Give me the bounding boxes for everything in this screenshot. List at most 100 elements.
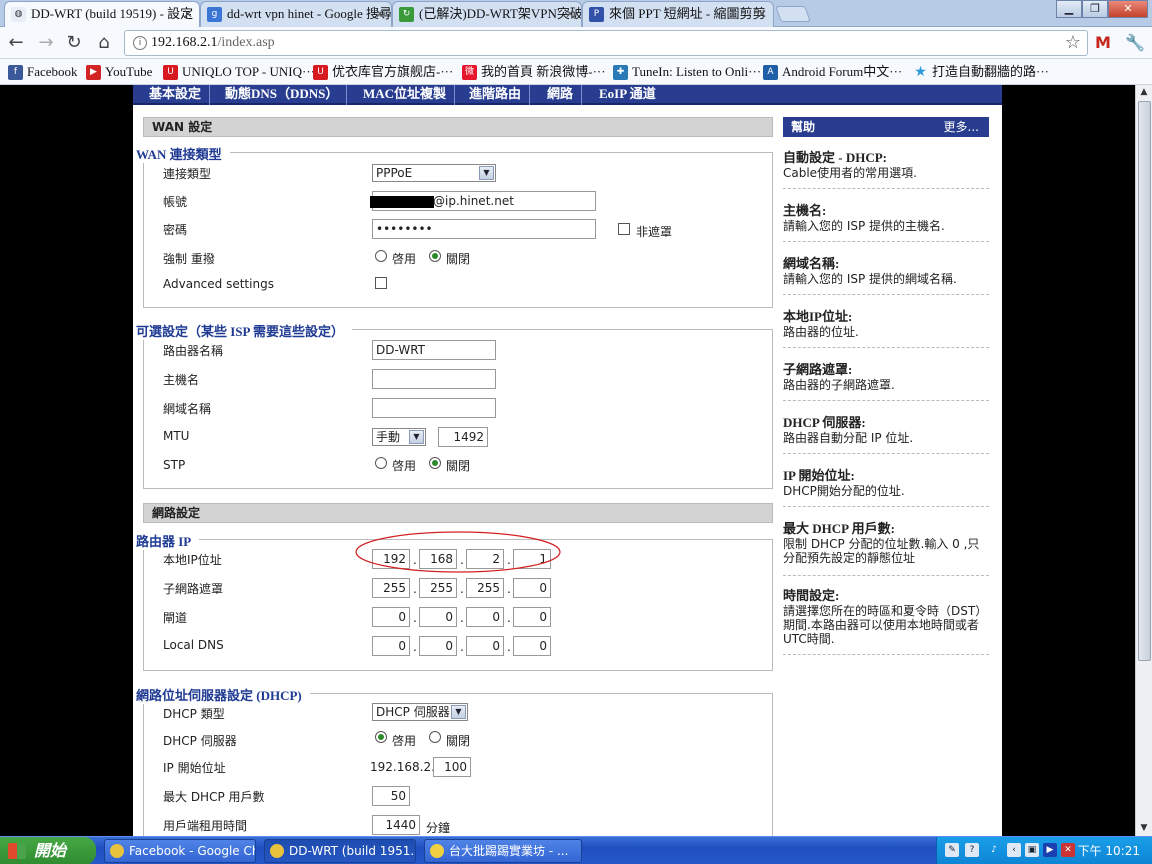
chevron-down-icon: ▼ [479,166,494,180]
help-item: 時間設定: 請選擇您所在的時區和夏令時（DST）期間.本路由器可以使用本地時間或者… [783,585,989,655]
menu-mac-clone[interactable]: MAC位址複製 [355,85,456,105]
subnet-octet-3[interactable]: 255 [466,578,504,598]
help-item: 主機名: 請輸入您的 ISP 提供的主機名. [783,200,989,242]
gateway-octet-2[interactable]: 0 [419,607,457,627]
new-tab-button[interactable] [775,6,811,22]
setup-submenu: 基本設定 動態DNS（DDNS） MAC位址複製 進階路由 網路 EoIP 通道 [133,85,1002,105]
browser-toolbar: ← → ↻ ⌂ i 192.168.2.1/index.asp ☆ M 🔧 [0,27,1152,59]
mtu-mode-select[interactable]: 手動 ▼ [372,428,426,446]
subnet-octet-4[interactable]: 0 [513,578,551,598]
weibo-icon: 微 [462,65,477,80]
reconnect-enable-radio[interactable] [375,250,387,262]
bookmark-android-forum[interactable]: A Android Forum中文··· [763,62,902,82]
address-bar[interactable]: i 192.168.2.1/index.asp ☆ [124,30,1088,56]
conn-type-select[interactable]: PPPoE ▼ [372,164,496,182]
menu-eoip[interactable]: EoIP 通道 [591,85,664,105]
dns-octet-3[interactable]: 0 [466,636,504,656]
dhcp-enable-radio[interactable] [375,731,387,743]
lease-input[interactable]: 1440 [372,815,420,835]
close-window-button[interactable]: ✕ [1108,0,1148,18]
bookmark-tunein[interactable]: ✚ TuneIn: Listen to Onli··· [613,62,761,82]
wrench-icon[interactable]: 🔧 [1124,32,1146,54]
bookmark-youtube[interactable]: ▶ YouTube [86,62,152,82]
dns-octet-2[interactable]: 0 [419,636,457,656]
tab-ddwrt[interactable]: ◍ DD-WRT (build 19519) - 設定 ✕ [4,1,200,28]
vertical-scrollbar[interactable]: ▲ ▼ [1135,85,1152,836]
scroll-up-icon[interactable]: ▲ [1136,85,1152,100]
bookmarks-bar: f Facebook ▶ YouTube U UNIQLO TOP - UNIQ···… [0,59,1152,85]
gmail-icon[interactable]: M [1092,32,1114,54]
task-ptt[interactable]: 台大批踢踢實業坊 - ... [424,839,582,863]
volume-icon[interactable]: ♪ [987,843,1001,857]
back-icon[interactable]: ← [4,31,28,55]
advanced-settings-checkbox[interactable] [375,277,387,289]
gateway-octet-3[interactable]: 0 [466,607,504,627]
menu-ddns[interactable]: 動態DNS（DDNS） [217,85,348,105]
home-icon[interactable]: ⌂ [92,31,116,55]
radio-label: 啓用 [392,734,417,748]
dns-octet-4[interactable]: 0 [513,636,551,656]
menu-networking[interactable]: 網路 [539,85,583,105]
menu-basic-setup[interactable]: 基本設定 [141,85,211,105]
help-item: 子網路遮罩: 路由器的子網路遮罩. [783,359,989,401]
help-icon[interactable]: ? [965,843,979,857]
tab-ppt-shorturl[interactable]: P 來個 PPT 短網址 - 縮圖剪剪 ✕ [582,1,774,27]
unmask-checkbox[interactable] [618,223,630,235]
network-icon[interactable]: ▣ [1025,843,1039,857]
page-info-icon[interactable]: i [133,36,147,50]
media-player-icon[interactable]: ▶ [1043,843,1057,857]
ddwrt-favicon: ◍ [11,7,26,22]
forward-icon[interactable]: → [34,31,58,55]
scroll-thumb[interactable] [1138,101,1151,661]
ppt-favicon: P [589,7,604,22]
bookmark-uniqlo[interactable]: U UNIQLO TOP - UNIQ··· [163,62,315,82]
stp-label: STP [163,458,186,472]
close-media-icon[interactable]: ✕ [1061,843,1075,857]
subnet-octet-2[interactable]: 255 [419,578,457,598]
tab-google-search[interactable]: g dd-wrt vpn hinet - Google 搜尋 ✕ [200,1,392,27]
scroll-down-icon[interactable]: ▼ [1136,821,1152,836]
close-tab-icon[interactable]: ✕ [375,2,385,26]
gateway-octet-1[interactable]: 0 [372,607,410,627]
dhcp-type-select[interactable]: DHCP 伺服器 ▼ [372,703,468,721]
hostname-input[interactable] [372,369,496,389]
star-icon: ★ [914,64,927,80]
start-ip-input[interactable]: 100 [433,757,471,777]
stp-enable-radio[interactable] [375,457,387,469]
menu-advanced-routing[interactable]: 進階路由 [461,85,531,105]
bookmark-star-icon[interactable]: ☆ [1065,32,1081,53]
close-tab-icon[interactable]: ✕ [757,2,767,26]
close-tab-icon[interactable]: ✕ [183,2,193,26]
gateway-octet-4[interactable]: 0 [513,607,551,627]
mtu-input[interactable]: 1492 [438,427,488,447]
bookmark-weibo[interactable]: 微我的首頁 新浪微博-··· [462,62,606,82]
help-more-link[interactable]: 更多... [944,117,979,137]
task-ddwrt-chrome[interactable]: DD-WRT (build 1951... [264,839,416,863]
router-name-input[interactable]: DD-WRT [372,340,496,360]
tray-app-icon[interactable]: ✎ [945,843,959,857]
dhcp-disable-radio[interactable] [429,731,441,743]
web-page: 基本設定 動態DNS（DDNS） MAC位址複製 進階路由 網路 EoIP 通道… [0,85,1135,836]
dot-separator: . [413,640,417,654]
reload-icon[interactable]: ↻ [62,31,86,55]
max-users-input[interactable]: 50 [372,786,410,806]
bookmark-uniqlo-cn[interactable]: U 优衣库官方旗舰店-··· [313,62,453,82]
dns-octet-1[interactable]: 0 [372,636,410,656]
domain-input[interactable] [372,398,496,418]
close-tab-icon[interactable]: ✕ [565,2,575,26]
stp-disable-radio[interactable] [429,457,441,469]
minimize-button[interactable]: ▁ [1056,0,1082,18]
maximize-button[interactable]: ❐ [1082,0,1108,18]
task-facebook-chrome[interactable]: Facebook - Google Ch... [104,839,256,863]
password-input[interactable]: •••••••• [372,219,596,239]
radio-label: 關閉 [446,734,471,748]
subnet-octet-1[interactable]: 255 [372,578,410,598]
start-button[interactable]: 開始 [0,837,96,864]
facebook-icon: f [8,65,23,80]
reconnect-disable-radio[interactable] [429,250,441,262]
bookmark-facebook[interactable]: f Facebook [8,62,78,82]
back-arrow-icon[interactable]: ‹ [1007,843,1021,857]
help-title: 幫助 [791,120,816,134]
tab-vpn-solved[interactable]: ↻ (已解決)DD-WRT架VPN突破 ✕ [392,1,582,27]
bookmark-auto-proxy[interactable]: ★ 打造自動翻牆的路··· [913,62,1049,82]
